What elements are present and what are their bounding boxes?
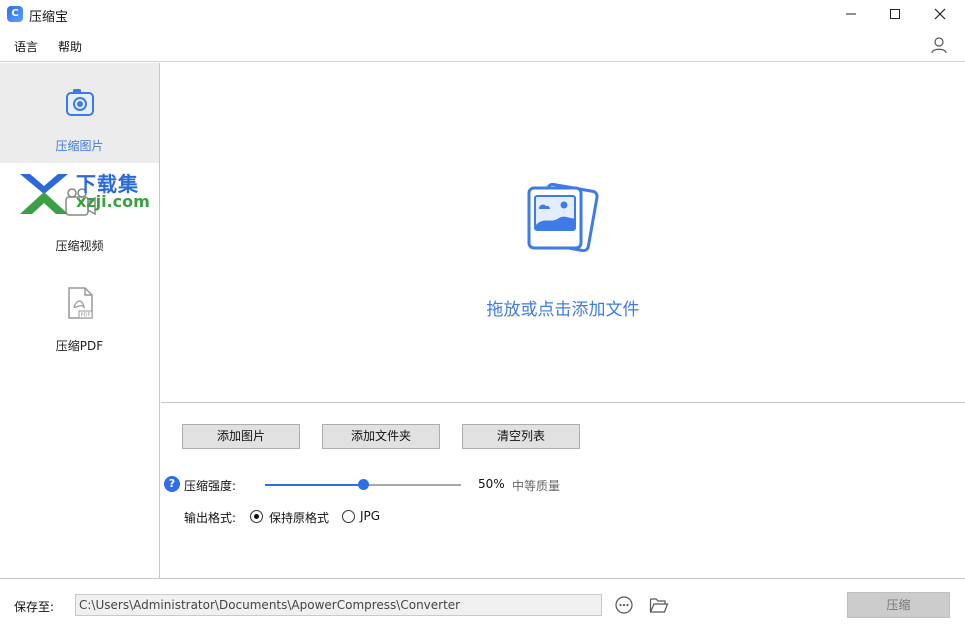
minimize-icon [846,13,856,15]
compress-options-panel: 添加图片 添加文件夹 清空列表 ? 压缩强度: 50% 中等质量 输出格式: 保… [161,404,965,578]
sidebar-item-label: 压缩PDF [55,339,104,353]
drop-zone-text: 拖放或点击添加文件 [486,300,640,320]
clear-list-button[interactable]: 清空列表 [462,424,580,449]
add-folder-button[interactable]: 添加文件夹 [322,424,440,449]
file-drop-zone[interactable]: 拖放或点击添加文件 [161,63,965,403]
menu-bar: 语言 帮助 [0,28,965,62]
image-compress-icon [66,89,94,116]
save-to-label: 保存至: [14,600,55,614]
photo-stack-icon [527,182,599,253]
more-options-icon[interactable] [615,596,633,614]
add-images-button[interactable]: 添加图片 [182,424,300,449]
format-jpg-radio[interactable] [342,510,355,523]
close-button[interactable] [917,0,963,28]
watermark-arrow-icon [20,174,68,214]
title-bar: C 压缩宝 [0,0,965,28]
pdf-compress-icon: PDF [68,287,93,319]
open-folder-icon[interactable] [649,596,669,614]
window-title: 压缩宝 [29,10,69,25]
save-path-input[interactable] [75,594,602,616]
strength-slider-thumb[interactable] [357,479,369,490]
close-icon [934,8,946,20]
quality-level: 中等质量 [512,479,561,493]
svg-text:PDF: PDF [81,313,91,319]
strength-percent: 50% [478,477,505,491]
compress-button[interactable]: 压缩 [847,592,950,618]
minimize-button[interactable] [828,0,874,28]
maximize-button[interactable] [872,0,918,28]
sidebar-item-label: 压缩图片 [55,139,104,153]
watermark: 下载集 xzji.com [14,168,164,218]
maximize-icon [890,9,900,19]
sidebar-item-compress-pdf[interactable]: PDF 压缩PDF [0,263,159,363]
sidebar-item-label: 压缩视频 [55,239,104,253]
strength-label: 压缩强度: [184,479,237,493]
format-label: 输出格式: [184,511,237,525]
format-keep-label[interactable]: 保持原格式 [269,509,329,526]
strength-slider-fill [265,484,363,486]
sidebar: 压缩图片 压缩视频 PDF 压缩PDF [0,63,160,578]
menu-language[interactable]: 语言 [14,38,38,55]
watermark-domain: xzji.com [76,192,150,211]
app-logo-icon: C [7,6,23,22]
help-icon[interactable]: ? [164,476,180,492]
sidebar-item-compress-image[interactable]: 压缩图片 [0,63,159,163]
format-keep-radio[interactable] [250,510,263,523]
menu-help[interactable]: 帮助 [58,38,82,55]
user-account-icon[interactable] [929,35,949,55]
format-jpg-label[interactable]: JPG [360,509,380,523]
bottom-bar: 保存至: 压缩 [0,578,965,629]
